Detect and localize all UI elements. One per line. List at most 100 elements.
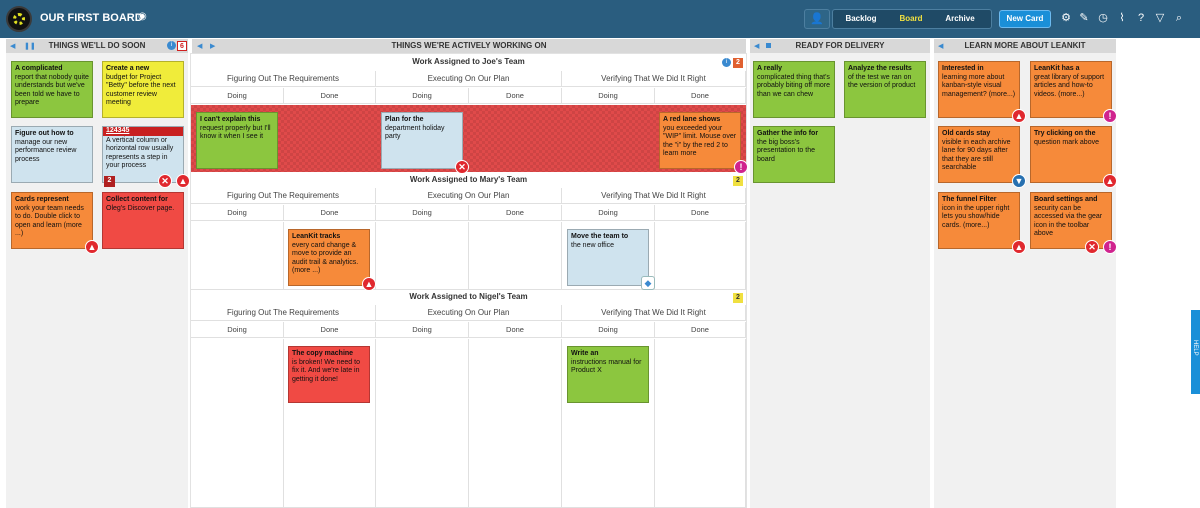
lane-header-ready[interactable]: READY FOR DELIVERY — [750, 39, 930, 53]
exclamation-icon[interactable]: ! — [734, 160, 748, 174]
blocked-icon[interactable]: ✕ — [455, 160, 469, 174]
blocked-icon[interactable]: ✕ — [1085, 240, 1099, 254]
exclamation-icon[interactable]: ! — [1103, 109, 1117, 123]
column-header-executing[interactable]: Executing On Our Plan — [376, 71, 562, 87]
card[interactable]: Try clicking on the question mark above — [1030, 126, 1112, 183]
exclamation-icon[interactable]: ! — [1103, 240, 1117, 254]
subcolumn-done[interactable]: Done — [655, 205, 746, 221]
subcolumn-doing[interactable]: Doing — [562, 88, 655, 104]
card-body: request properly but I'll know it when I… — [200, 124, 271, 141]
card[interactable]: Figure out how to manage our new performa… — [11, 126, 93, 183]
card[interactable]: Analyze the results of the test we ran on… — [844, 61, 926, 118]
subcolumn-done[interactable]: Done — [284, 88, 376, 104]
column-header-requirements[interactable]: Figuring Out The Requirements — [191, 188, 376, 204]
card[interactable]: A complicated report that nobody quite un… — [11, 61, 93, 118]
card[interactable]: LeanKit tracks every card change & move t… — [288, 229, 370, 286]
new-card-button[interactable]: New Card — [999, 10, 1051, 28]
priority-high-icon[interactable]: ▲ — [1012, 240, 1026, 254]
rss-icon[interactable]: ◉ — [138, 11, 147, 22]
leankit-logo[interactable] — [6, 6, 32, 32]
subcolumn-doing[interactable]: Doing — [191, 88, 284, 104]
subcolumn-doing[interactable]: Doing — [376, 322, 469, 338]
collapse-icon[interactable]: ◀ — [938, 42, 943, 50]
card[interactable]: Interested in learning more about kanban-… — [938, 61, 1020, 118]
swimlane-title-mary[interactable]: Work Assigned to Mary's Team — [191, 173, 746, 187]
column-header-executing[interactable]: Executing On Our Plan — [376, 188, 562, 204]
card[interactable]: Board settings and security can be access… — [1030, 192, 1112, 249]
collapse-icon[interactable]: ◀ — [10, 42, 15, 50]
subcolumn-done[interactable]: Done — [284, 322, 376, 338]
card[interactable]: A red lane shows you exceeded your "WIP" … — [659, 112, 741, 169]
archive-button[interactable]: Archive — [935, 10, 985, 28]
column-header-requirements[interactable]: Figuring Out The Requirements — [191, 71, 376, 87]
card-body: work your team needs to do. Double click… — [15, 204, 84, 238]
swimlane-title-joe[interactable]: Work Assigned to Joe's Team — [191, 55, 746, 69]
card[interactable]: Cards represent work your team needs to d… — [11, 192, 93, 249]
card[interactable]: LeanKit has a great library of support ar… — [1030, 61, 1112, 118]
priority-high-icon[interactable]: ▲ — [1012, 109, 1026, 123]
subcolumn-done[interactable]: Done — [655, 88, 746, 104]
card-title: Move the team to — [571, 233, 629, 240]
card[interactable]: Write an instructions manual for Product … — [567, 346, 649, 403]
subcolumn-done[interactable]: Done — [655, 322, 746, 338]
subcolumn-doing[interactable]: Doing — [562, 205, 655, 221]
card[interactable]: I can't explain this request properly but… — [196, 112, 278, 169]
card[interactable]: Old cards stay visible in each archive la… — [938, 126, 1020, 183]
swimlane-info-icon[interactable]: i — [722, 58, 731, 67]
subcolumn-done[interactable]: Done — [469, 88, 562, 104]
priority-high-icon[interactable]: ▲ — [85, 240, 99, 254]
search-icon[interactable]: ⌕ — [1172, 11, 1186, 25]
help-icon[interactable]: ? — [1134, 11, 1148, 25]
chart-icon[interactable]: ⌇ — [1115, 11, 1129, 25]
card[interactable]: The funnel Filter icon in the upper right… — [938, 192, 1020, 249]
column-header-verifying[interactable]: Verifying That We Did It Right — [562, 188, 746, 204]
column-header-verifying[interactable]: Verifying That We Did It Right — [562, 71, 746, 87]
card[interactable]: The copy machine is broken! We need to fi… — [288, 346, 370, 403]
stop-icon[interactable] — [766, 43, 771, 48]
card-id[interactable]: 124345 — [103, 127, 183, 136]
filter-icon[interactable]: ▽ — [1153, 11, 1167, 25]
card[interactable]: Plan for the department holiday party — [381, 112, 463, 169]
column-header-executing[interactable]: Executing On Our Plan — [376, 305, 562, 321]
subcolumn-done[interactable]: Done — [469, 205, 562, 221]
history-icon[interactable]: ◷ — [1096, 11, 1110, 25]
expand-right-icon[interactable]: ▶ — [210, 42, 215, 50]
lane-header-learn[interactable]: LEARN MORE ABOUT LEANKIT — [934, 39, 1116, 53]
lane-info-icon[interactable]: i — [167, 41, 176, 50]
swimlane-title-nigel[interactable]: Work Assigned to Nigel's Team — [191, 290, 746, 304]
help-tab[interactable]: HELP — [1191, 310, 1200, 394]
card[interactable]: Move the team to the new office — [567, 229, 649, 286]
pause-icon[interactable]: ❚❚ — [24, 42, 36, 50]
expand-left-icon[interactable]: ◀ — [197, 42, 202, 50]
logo-ring-icon — [13, 13, 25, 25]
add-user-icon[interactable]: 👤 — [804, 9, 830, 29]
subcolumn-done[interactable]: Done — [284, 205, 376, 221]
subcolumn-done[interactable]: Done — [469, 322, 562, 338]
subcolumn-doing[interactable]: Doing — [376, 205, 469, 221]
lane-header-working[interactable]: THINGS WE'RE ACTIVELY WORKING ON — [192, 39, 746, 53]
subcolumn-doing[interactable]: Doing — [191, 322, 284, 338]
backlog-button[interactable]: Backlog — [837, 10, 885, 28]
priority-high-icon[interactable]: ▲ — [176, 174, 190, 188]
collapse-icon[interactable]: ◀ — [754, 42, 759, 50]
priority-high-icon[interactable]: ▲ — [362, 277, 376, 291]
column-header-verifying[interactable]: Verifying That We Did It Right — [562, 305, 746, 321]
priority-high-icon[interactable]: ▲ — [1103, 174, 1117, 188]
card[interactable]: Gather the info for the big boss's presen… — [753, 126, 835, 183]
tag-icon[interactable]: ◆ — [641, 276, 655, 290]
card[interactable]: Create a new budget for Project "Betty" b… — [102, 61, 184, 118]
column-header-requirements[interactable]: Figuring Out The Requirements — [191, 305, 376, 321]
card[interactable]: Collect content for Oleg's Discover page. — [102, 192, 184, 249]
board-button[interactable]: Board — [889, 10, 933, 28]
gear-icon[interactable]: ⚙ — [1059, 11, 1073, 25]
card[interactable]: A really complicated thing that's probabl… — [753, 61, 835, 118]
edit-icon[interactable]: ✎ — [1077, 11, 1091, 25]
blocked-icon[interactable]: ✕ — [158, 174, 172, 188]
card[interactable]: 124345 A vertical column or horizontal ro… — [102, 126, 184, 183]
priority-low-icon[interactable]: ▼ — [1012, 174, 1026, 188]
cell — [191, 222, 284, 290]
card-body: of the test we ran on the version of pro… — [848, 73, 916, 90]
subcolumn-doing[interactable]: Doing — [376, 88, 469, 104]
subcolumn-doing[interactable]: Doing — [562, 322, 655, 338]
subcolumn-doing[interactable]: Doing — [191, 205, 284, 221]
